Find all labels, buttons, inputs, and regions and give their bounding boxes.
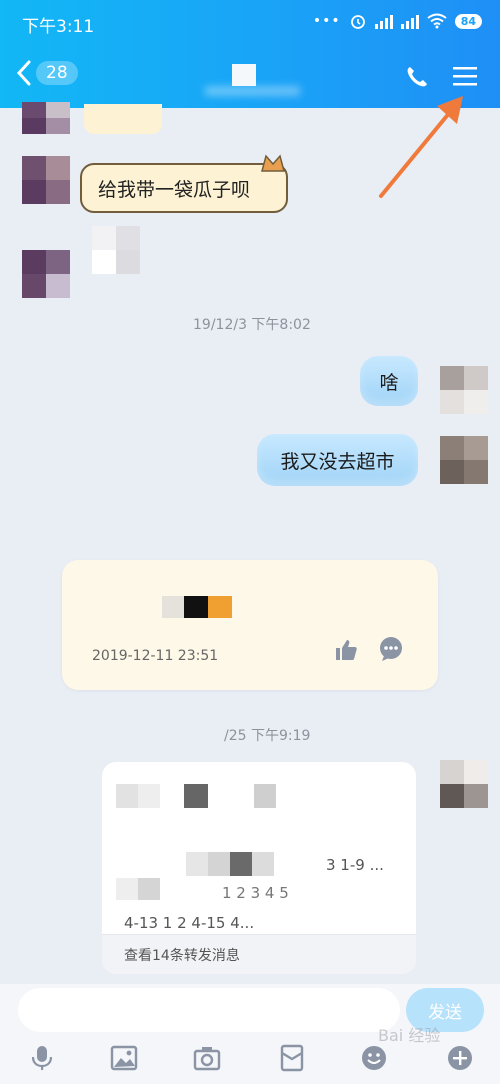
phone-call-icon[interactable] bbox=[404, 64, 430, 90]
redacted-content bbox=[162, 596, 232, 618]
plus-icon[interactable] bbox=[446, 1044, 474, 1072]
redacted-content bbox=[116, 784, 276, 808]
avatar[interactable] bbox=[22, 250, 70, 298]
microphone-icon[interactable] bbox=[28, 1044, 56, 1072]
image-message-redacted[interactable] bbox=[92, 226, 140, 274]
redacted-content bbox=[186, 852, 274, 876]
chevron-left-icon bbox=[16, 60, 31, 86]
battery-indicator: 84 bbox=[454, 13, 482, 29]
forward-preview-line: 4-13 1 2 4-15 4... bbox=[124, 914, 255, 932]
status-time: 下午3:11 bbox=[22, 17, 95, 37]
sent-message-bubble[interactable]: 我又没去超市 bbox=[257, 434, 418, 486]
timestamp: /25 下午9:19 bbox=[224, 728, 311, 744]
alarm-icon bbox=[350, 15, 365, 29]
received-message-bubble[interactable]: 给我带一袋瓜子呗 bbox=[80, 163, 288, 213]
back-button[interactable]: 28 bbox=[16, 60, 78, 86]
redacted-content bbox=[116, 878, 160, 900]
image-icon[interactable] bbox=[110, 1044, 138, 1072]
chat-area[interactable]: 给我带一袋瓜子呗 19/12/3 下午8:02 啥 我又没去超市 2019-12… bbox=[0, 96, 500, 984]
my-avatar[interactable] bbox=[440, 366, 488, 414]
status-bar: 下午3:11 ••• 84 bbox=[0, 0, 500, 46]
favorite-date: 2019-12-11 23:51 bbox=[92, 648, 219, 664]
red-packet-icon[interactable] bbox=[278, 1044, 306, 1072]
wifi-icon bbox=[427, 13, 447, 29]
more-dots-icon: ••• bbox=[312, 13, 341, 29]
view-forwarded-messages-link[interactable]: 查看14条转发消息 bbox=[102, 934, 416, 974]
timestamp: 19/12/3 下午8:02 bbox=[193, 317, 311, 333]
chat-subtitle-redacted bbox=[205, 86, 300, 96]
signal-icon-2 bbox=[400, 14, 419, 29]
menu-icon[interactable] bbox=[452, 64, 478, 88]
shared-favorite-card[interactable]: 2019-12-11 23:51 bbox=[62, 560, 438, 690]
unread-count-badge: 28 bbox=[36, 61, 78, 85]
partial-bubble bbox=[84, 104, 162, 134]
message-text: 啥 bbox=[379, 371, 399, 394]
send-button[interactable]: 发送 bbox=[406, 988, 484, 1032]
sent-message-bubble[interactable]: 啥 bbox=[360, 356, 418, 406]
avatar[interactable] bbox=[22, 156, 70, 204]
forward-preview-line: 1 2 3 4 5 bbox=[222, 884, 289, 902]
message-text: 我又没去超市 bbox=[280, 450, 395, 473]
signal-icon-1 bbox=[374, 14, 393, 29]
thumbs-up-icon[interactable] bbox=[334, 638, 358, 662]
forwarded-messages-card[interactable]: 3 1-9 ... 1 2 3 4 5 4-13 1 2 4-15 4... 查… bbox=[102, 762, 416, 974]
message-text: 给我带一袋瓜子呗 bbox=[98, 178, 251, 201]
status-icons: ••• 84 bbox=[313, 12, 482, 30]
avatar[interactable] bbox=[22, 102, 70, 134]
my-avatar[interactable] bbox=[440, 436, 488, 484]
chat-title-redacted bbox=[232, 64, 256, 86]
camera-icon[interactable] bbox=[193, 1044, 221, 1072]
comment-icon[interactable] bbox=[378, 636, 404, 662]
forward-preview-line: 3 1-9 ... bbox=[326, 856, 384, 874]
composer-bar: 发送 bbox=[0, 984, 500, 1084]
annotation-arrow-icon bbox=[379, 96, 463, 198]
cat-ear-decoration-icon bbox=[261, 154, 285, 172]
emoji-icon[interactable] bbox=[360, 1044, 388, 1072]
my-avatar[interactable] bbox=[440, 760, 488, 808]
message-input[interactable] bbox=[18, 988, 400, 1032]
